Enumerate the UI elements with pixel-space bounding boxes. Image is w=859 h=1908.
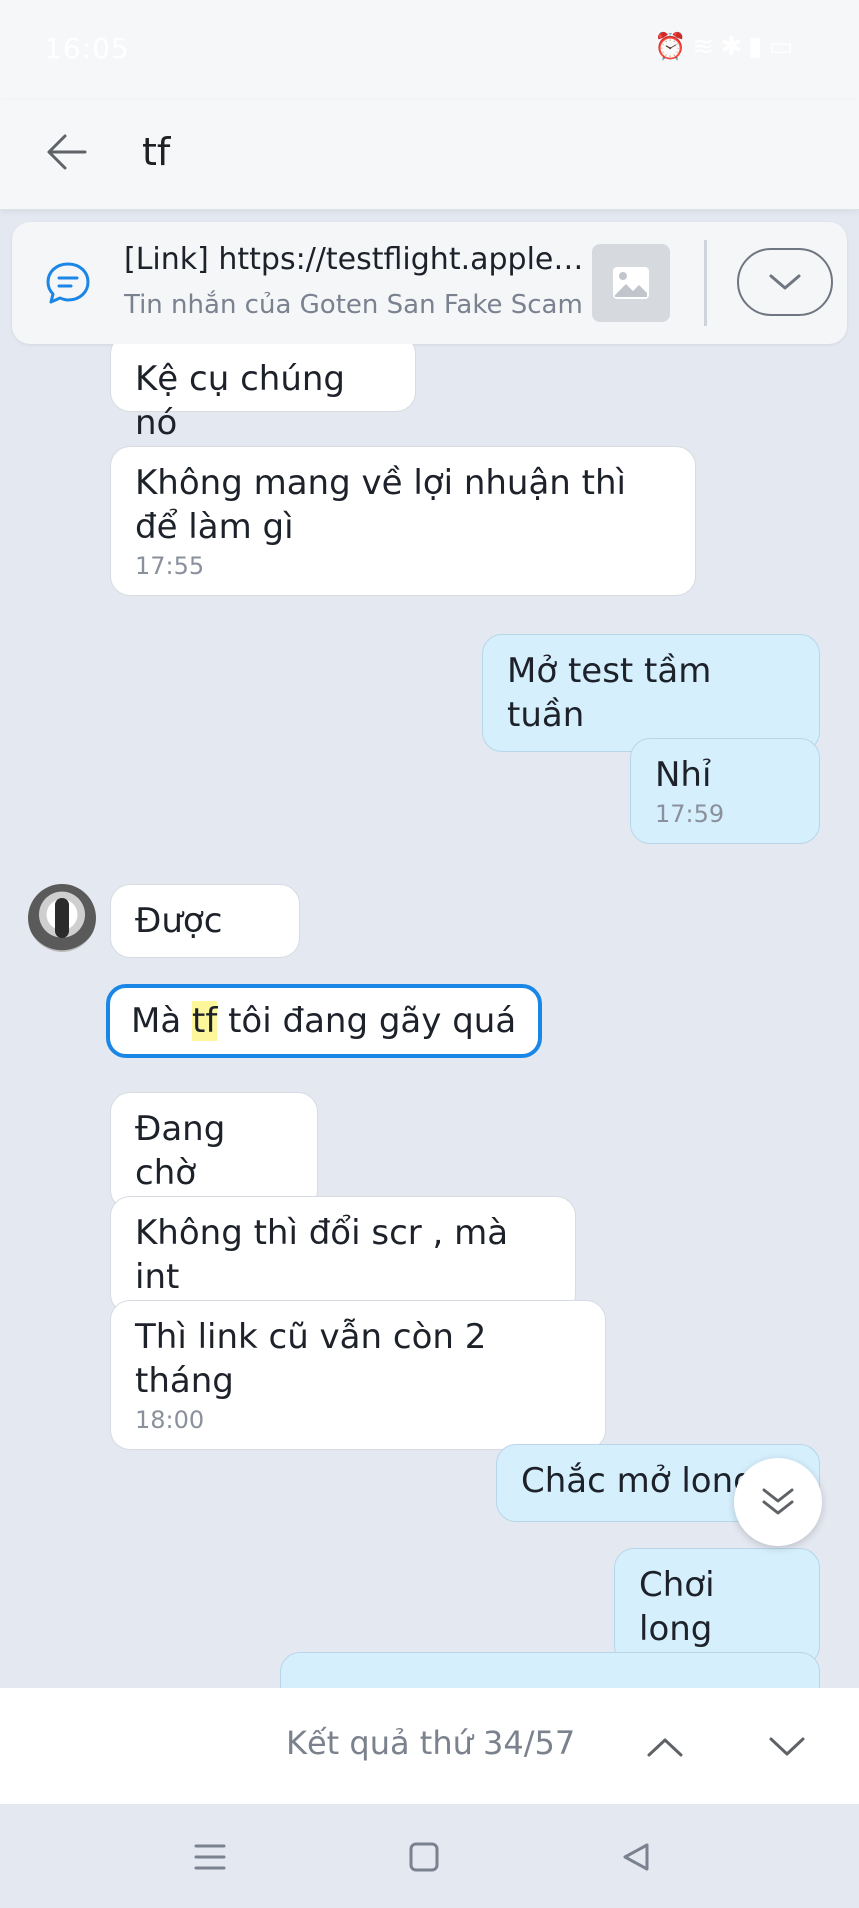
system-nav-bar bbox=[0, 1804, 859, 1908]
message-bubble[interactable]: Không thì đổi scr , mà int bbox=[110, 1196, 576, 1314]
pinned-title: [Link] https://testflight.apple.com/join… bbox=[124, 242, 584, 277]
message-bubble[interactable]: Đang chờ bbox=[110, 1092, 318, 1210]
status-time: 16:05 bbox=[44, 32, 130, 65]
double-chevron-down-icon bbox=[762, 1488, 794, 1515]
pinned-thumbnail[interactable] bbox=[592, 244, 670, 322]
wifi-icon: ≋ bbox=[692, 32, 721, 62]
message-time: 18:00 bbox=[135, 1406, 205, 1434]
search-result-counter: Kết quả thứ 34/57 bbox=[286, 1724, 576, 1762]
message-bubble[interactable]: Kệ cụ chúng nó bbox=[110, 344, 416, 443]
next-result-button[interactable] bbox=[752, 1712, 822, 1782]
chevron-up-icon bbox=[647, 1738, 683, 1757]
pinned-message[interactable]: [Link] https://testflight.apple.com/join… bbox=[12, 222, 847, 344]
message-bubble-partial[interactable] bbox=[280, 1652, 820, 1688]
home-button[interactable] bbox=[397, 1830, 451, 1884]
menu-icon bbox=[194, 1844, 226, 1870]
square-icon bbox=[409, 1842, 439, 1872]
message-bubble[interactable]: Không mang về lợi nhuận thì để làm gì 17… bbox=[110, 446, 696, 596]
message-bubble[interactable]: Mở test tầm tuần bbox=[482, 634, 820, 752]
search-highlight: tf bbox=[191, 1001, 218, 1041]
avatar[interactable] bbox=[28, 884, 96, 952]
chevron-down-icon bbox=[769, 274, 801, 290]
pinned-subtitle: Tin nhắn của Goten San Fake Scam bbox=[124, 290, 583, 320]
message-time: 17:55 bbox=[135, 552, 205, 580]
image-icon bbox=[613, 267, 649, 299]
back-button[interactable] bbox=[34, 120, 98, 184]
search-match-bubble[interactable]: Mà tf tôi đang gãy quá bbox=[106, 984, 542, 1058]
chevron-down-icon bbox=[769, 1737, 805, 1756]
status-icons: ⏰≋✱▮▭ bbox=[654, 32, 799, 62]
battery-icon: ▭ bbox=[768, 32, 799, 62]
bluetooth-icon: ✱ bbox=[720, 32, 749, 62]
message-bubble[interactable]: Chơi long bbox=[614, 1548, 820, 1666]
scroll-to-bottom-button[interactable] bbox=[734, 1458, 822, 1546]
message-bubble[interactable]: Thì link cũ vẫn còn 2 tháng 18:00 bbox=[110, 1300, 606, 1450]
search-header: tf bbox=[0, 100, 859, 210]
status-bar: 16:05 ⏰≋✱▮▭ bbox=[0, 0, 859, 100]
pinned-expand-button[interactable] bbox=[737, 248, 833, 316]
search-result-bar: Kết quả thứ 34/57 bbox=[0, 1688, 859, 1804]
arrow-left-icon bbox=[47, 134, 87, 170]
alarm-icon: ⏰ bbox=[654, 32, 693, 62]
message-list[interactable]: Kệ cụ chúng nó Không mang về lợi nhuận t… bbox=[0, 344, 859, 1688]
message-bubble[interactable]: Được bbox=[110, 884, 300, 958]
message-time: 17:59 bbox=[655, 800, 725, 828]
message-bubble[interactable]: Nhỉ 17:59 bbox=[630, 738, 820, 844]
back-nav-button[interactable] bbox=[609, 1830, 663, 1884]
triangle-back-icon bbox=[623, 1843, 649, 1871]
recent-apps-button[interactable] bbox=[183, 1830, 237, 1884]
signal-icon: ▮ bbox=[748, 32, 769, 62]
chat-bubble-icon bbox=[40, 255, 96, 311]
previous-result-button[interactable] bbox=[630, 1712, 700, 1782]
search-query[interactable]: tf bbox=[142, 130, 170, 174]
pinned-divider bbox=[704, 240, 707, 326]
